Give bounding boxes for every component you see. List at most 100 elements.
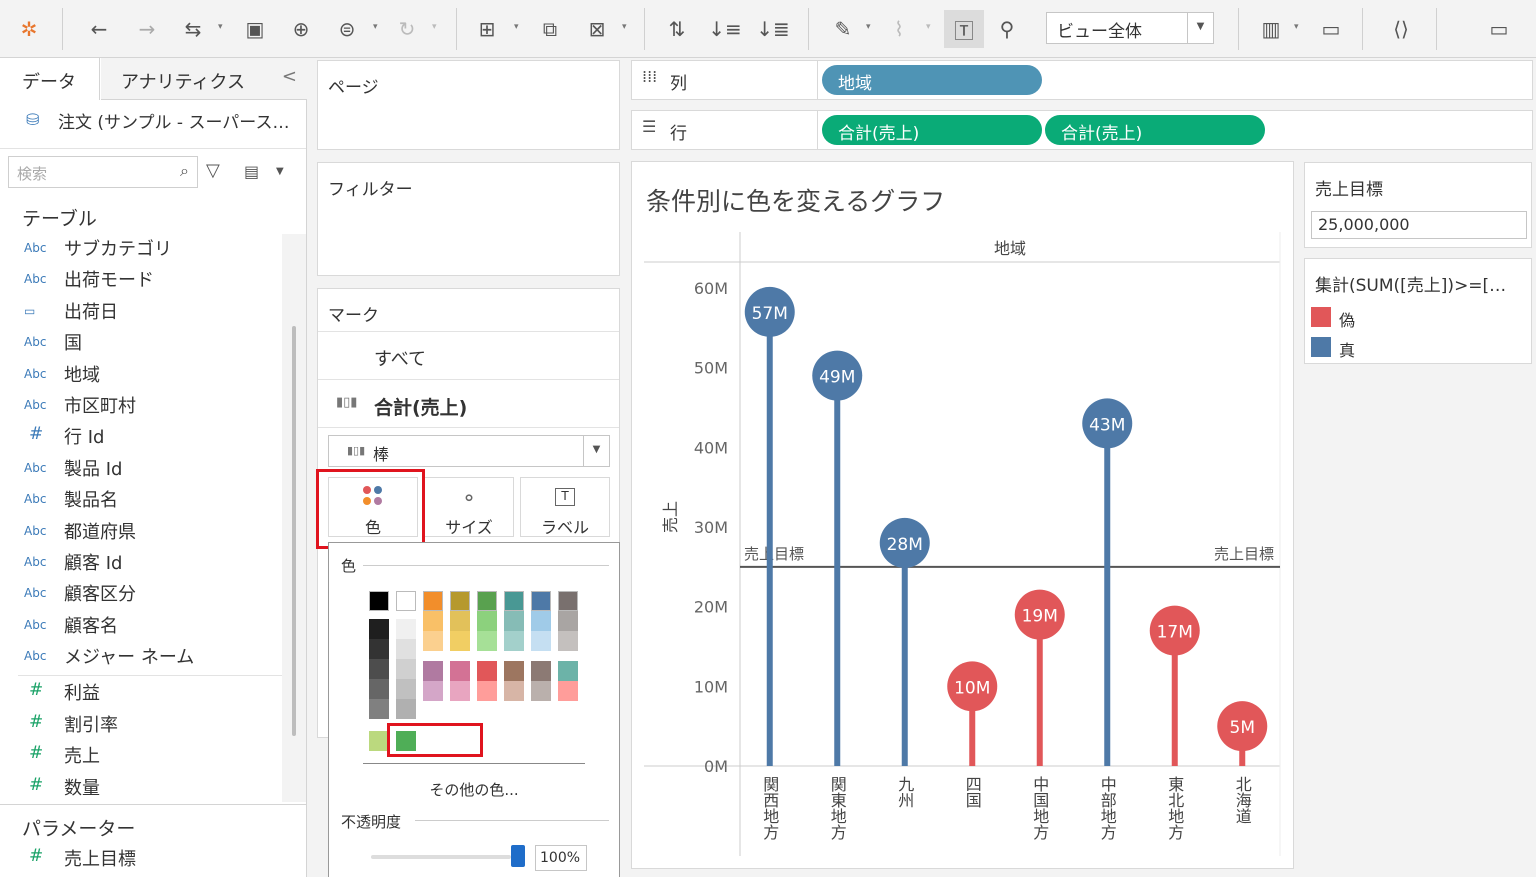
field-item[interactable]: Abc 製品 Id [0, 454, 290, 484]
measure-item[interactable]: # 割引率 [0, 710, 290, 740]
more-colors-button[interactable]: その他の色... [329, 779, 619, 800]
palette-swatch[interactable] [558, 661, 578, 681]
palette-swatch[interactable] [369, 699, 389, 719]
palette-swatch[interactable] [477, 591, 497, 611]
palette-swatch[interactable] [423, 681, 443, 701]
scrollbar[interactable] [282, 234, 306, 802]
legend-swatch[interactable] [1311, 337, 1331, 357]
palette-swatch[interactable] [531, 611, 551, 631]
palette-swatch[interactable] [558, 681, 578, 701]
palette-swatch[interactable] [396, 699, 416, 719]
clear-icon[interactable]: ⊠ [582, 14, 612, 44]
palette-swatch[interactable] [423, 631, 443, 651]
tab-data[interactable]: データ [0, 58, 100, 100]
palette-swatch[interactable] [531, 631, 551, 651]
palette-swatch[interactable] [450, 661, 470, 681]
parameter-input[interactable]: 25,000,000 [1311, 211, 1527, 239]
datasource-icon[interactable]: ⊜ [332, 14, 362, 44]
rows-pill[interactable]: 合計(売上) [1045, 115, 1265, 145]
filters-shelf[interactable]: フィルター [317, 162, 620, 276]
opacity-input[interactable]: 100% [535, 845, 587, 871]
palette-swatch[interactable] [423, 611, 443, 631]
show-me-icon[interactable]: ▥ [1256, 14, 1286, 44]
palette-swatch[interactable] [450, 611, 470, 631]
palette-swatch[interactable] [558, 591, 578, 611]
field-item[interactable]: Abc 都道府県 [0, 517, 290, 547]
palette-swatch[interactable] [396, 591, 416, 611]
tooltip-icon[interactable]: ▭ [1484, 14, 1514, 44]
rows-shelf[interactable]: ☰ 行 合計(売上) 合計(売上) [631, 110, 1533, 150]
palette-swatch[interactable] [396, 619, 416, 639]
palette-swatch[interactable] [369, 591, 389, 611]
palette-swatch[interactable] [477, 611, 497, 631]
palette-swatch[interactable] [369, 659, 389, 679]
palette-swatch[interactable] [558, 611, 578, 631]
duplicate-icon[interactable]: ⧉ [535, 14, 565, 44]
legend-label[interactable]: 真 [1339, 337, 1355, 361]
field-item[interactable]: Abc メジャー ネーム [0, 642, 290, 672]
palette-swatch[interactable] [450, 631, 470, 651]
palette-swatch[interactable] [396, 639, 416, 659]
view-select[interactable]: ビュー全体 ▼ [1046, 12, 1214, 44]
columns-shelf[interactable]: ⁞⁞⁞ 列 地域 [631, 60, 1533, 100]
presentation-icon[interactable]: ▭ [1316, 14, 1346, 44]
view-list-icon[interactable]: ▤ [244, 162, 259, 181]
legend-label[interactable]: 偽 [1339, 307, 1355, 331]
field-item[interactable]: Abc 顧客名 [0, 611, 290, 641]
palette-swatch[interactable] [450, 591, 470, 611]
swap-icon[interactable]: ⇆ [178, 14, 208, 44]
palette-swatch[interactable] [531, 661, 551, 681]
show-labels-icon[interactable]: 🅃 [944, 10, 984, 48]
palette-swatch[interactable] [504, 631, 524, 651]
field-item[interactable]: Abc 国 [0, 328, 290, 358]
palette-swatch[interactable] [477, 681, 497, 701]
filter-icon[interactable]: ▽ [206, 160, 220, 181]
palette-swatch[interactable] [477, 661, 497, 681]
palette-swatch[interactable] [396, 659, 416, 679]
palette-swatch[interactable] [450, 681, 470, 701]
tab-analytics[interactable]: アナリティクス < [101, 58, 307, 100]
pages-shelf[interactable]: ページ [317, 60, 620, 150]
palette-swatch[interactable] [423, 591, 443, 611]
measure-item[interactable]: # 利益 [0, 678, 290, 708]
palette-swatch[interactable] [531, 681, 551, 701]
refresh-icon[interactable]: ↻ [392, 14, 422, 44]
field-item[interactable]: Abc 顧客 Id [0, 548, 290, 578]
highlight-icon[interactable]: ✎ [828, 14, 858, 44]
datasource-name[interactable]: 注文 (サンプル - スーパース… [58, 108, 289, 133]
opacity-slider[interactable] [371, 855, 511, 859]
redo-icon[interactable]: → [132, 14, 162, 44]
palette-swatch[interactable] [423, 661, 443, 681]
measure-item[interactable]: # 数量 [0, 773, 290, 803]
swap-rows-icon[interactable]: ⇅ [662, 14, 692, 44]
palette-swatch[interactable] [504, 661, 524, 681]
parameter-item[interactable]: # 売上目標 [0, 844, 290, 874]
new-datasource-icon[interactable]: ⊕ [286, 14, 316, 44]
measure-item[interactable]: # 売上 [0, 741, 290, 771]
field-item[interactable]: Abc 市区町村 [0, 391, 290, 421]
palette-swatch[interactable] [558, 631, 578, 651]
field-item[interactable]: Abc 出荷モード [0, 265, 290, 295]
sort-asc-icon[interactable]: ↓≡ [708, 14, 742, 44]
size-button[interactable]: ⚬ サイズ [424, 477, 514, 537]
field-item[interactable]: Abc 製品名 [0, 485, 290, 515]
save-icon[interactable]: ▣ [240, 14, 270, 44]
sort-desc-icon[interactable]: ↓≣ [756, 14, 790, 44]
field-item[interactable]: ▭ 出荷日 [0, 297, 290, 327]
palette-swatch[interactable] [396, 679, 416, 699]
palette-swatch[interactable] [504, 681, 524, 701]
field-item[interactable]: Abc 地域 [0, 360, 290, 390]
collapse-icon[interactable]: < [282, 66, 297, 87]
palette-swatch[interactable] [531, 591, 551, 611]
palette-swatch[interactable] [369, 679, 389, 699]
pin-icon[interactable]: ⚲ [992, 14, 1022, 44]
palette-swatch[interactable] [369, 731, 389, 751]
attach-icon[interactable]: ⌇ [884, 14, 914, 44]
palette-swatch[interactable] [369, 639, 389, 659]
rows-pill[interactable]: 合計(売上) [822, 115, 1042, 145]
undo-icon[interactable]: ← [84, 14, 114, 44]
columns-pill[interactable]: 地域 [822, 65, 1042, 95]
field-item[interactable]: # 行 Id [0, 422, 290, 452]
opacity-slider-thumb[interactable] [511, 845, 525, 867]
marks-measure[interactable]: 合計(売上) [374, 393, 467, 420]
